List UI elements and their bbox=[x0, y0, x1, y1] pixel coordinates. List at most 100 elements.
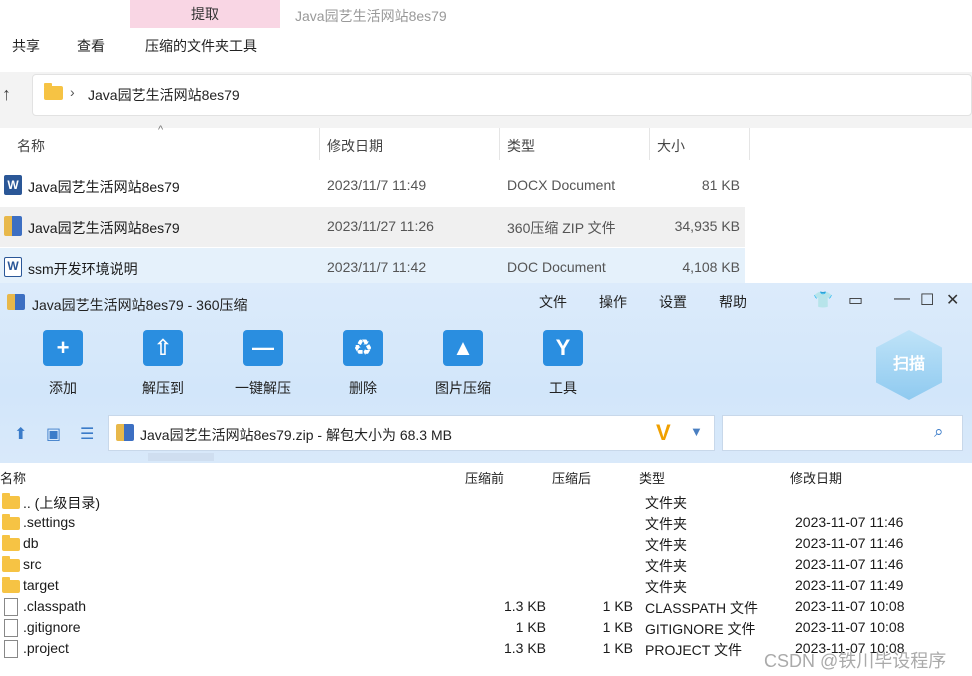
folder-icon bbox=[2, 535, 20, 551]
menu-operation[interactable]: 操作 bbox=[599, 292, 627, 312]
file-row[interactable]: W ssm开发环境说明 2023/11/7 11:42 DOC Document… bbox=[0, 248, 745, 288]
dropdown-arrow-icon[interactable]: ▼ bbox=[690, 424, 703, 439]
table-row[interactable]: .. (上级目录) 文件夹 bbox=[0, 491, 972, 512]
horizontal-scrollbar[interactable] bbox=[148, 453, 214, 461]
tool-label: 工具 bbox=[549, 380, 577, 396]
search-input[interactable] bbox=[722, 415, 963, 451]
entry-after: 1 KB bbox=[602, 640, 633, 656]
column-divider[interactable] bbox=[499, 128, 500, 160]
file-date: 2023/11/7 11:49 bbox=[327, 177, 427, 193]
entry-type: CLASSPATH 文件 bbox=[645, 600, 759, 616]
maximize-button[interactable]: ☐ bbox=[920, 290, 934, 310]
file-type: DOCX Document bbox=[507, 177, 616, 193]
folder-icon bbox=[44, 83, 63, 100]
table-row[interactable]: .settings 文件夹 2023-11-07 11:46 bbox=[0, 512, 972, 533]
zcolumn-type[interactable]: 类型 bbox=[639, 468, 665, 487]
file-row[interactable]: Java园艺生活网站8es79 2023/11/27 11:26 360压缩 Z… bbox=[0, 207, 745, 247]
table-row[interactable]: target 文件夹 2023-11-07 11:49 bbox=[0, 575, 972, 596]
file-icon bbox=[4, 619, 18, 637]
chevron-right-icon[interactable]: › bbox=[70, 84, 75, 100]
column-divider[interactable] bbox=[649, 128, 650, 160]
table-row[interactable]: db 文件夹 2023-11-07 11:46 bbox=[0, 533, 972, 554]
folder-icon bbox=[2, 577, 20, 593]
table-row[interactable]: src 文件夹 2023-11-07 11:46 bbox=[0, 554, 972, 575]
entry-before: 1 KB bbox=[515, 619, 546, 635]
entry-date: 2023-11-07 11:46 bbox=[795, 556, 904, 572]
image-compress-icon: ▲ bbox=[443, 330, 483, 366]
image-compress-button[interactable]: ▲ 图片压缩 bbox=[413, 330, 513, 398]
file-row[interactable]: W Java园艺生活网站8es79 2023/11/7 11:49 DOCX D… bbox=[0, 166, 745, 206]
zcolumn-after[interactable]: 压缩后 bbox=[552, 468, 591, 487]
file-date: 2023/11/27 11:26 bbox=[327, 218, 434, 234]
entry-date: 2023-11-07 11:46 bbox=[795, 514, 904, 530]
menu-help[interactable]: 帮助 bbox=[719, 292, 747, 312]
menu-settings[interactable]: 设置 bbox=[659, 292, 687, 312]
column-type[interactable]: 类型 bbox=[507, 136, 535, 156]
column-divider[interactable] bbox=[749, 128, 750, 160]
minimize-button[interactable]: — bbox=[894, 290, 910, 308]
folder-icon bbox=[2, 493, 20, 509]
column-name[interactable]: 名称 bbox=[17, 136, 45, 156]
extract-folder-icon: ⇧ bbox=[143, 330, 183, 366]
entry-name: target bbox=[23, 577, 59, 593]
ribbon-view[interactable]: 查看 bbox=[77, 36, 105, 56]
file-name: Java园艺生活网站8es79 bbox=[28, 220, 180, 236]
entry-after: 1 KB bbox=[602, 619, 633, 635]
tab-extract[interactable]: 提取 bbox=[130, 0, 280, 28]
skin-icon[interactable]: 👕 bbox=[813, 290, 833, 310]
thumbnail-view-icon[interactable]: ▣ bbox=[46, 424, 61, 444]
one-click-extract-icon: — bbox=[243, 330, 283, 366]
zip360-window-title: Java园艺生活网站8es79 - 360压缩 bbox=[32, 297, 248, 313]
close-button[interactable]: ✕ bbox=[946, 290, 959, 310]
zcolumn-date[interactable]: 修改日期 bbox=[790, 468, 842, 487]
v-logo-icon[interactable]: V bbox=[656, 420, 671, 446]
entry-name: .classpath bbox=[23, 598, 87, 614]
file-date: 2023/11/7 11:42 bbox=[327, 259, 427, 275]
zcolumn-before[interactable]: 压缩前 bbox=[465, 468, 504, 487]
file-size: 4,108 KB bbox=[682, 259, 740, 275]
tool-label: 删除 bbox=[349, 380, 377, 396]
entry-name: .. (上级目录) bbox=[23, 495, 100, 511]
column-divider[interactable] bbox=[319, 128, 320, 160]
one-click-extract-button[interactable]: — 一键解压 bbox=[213, 330, 313, 398]
column-date[interactable]: 修改日期 bbox=[327, 136, 383, 156]
folder-icon bbox=[2, 514, 20, 530]
tool-label: 解压到 bbox=[142, 380, 184, 396]
archive-path-text: Java园艺生活网站8es79.zip - 解包大小为 68.3 MB bbox=[140, 427, 452, 443]
table-row[interactable]: .gitignore 1 KB 1 KB GITIGNORE 文件 2023-1… bbox=[0, 617, 972, 638]
add-button[interactable]: + 添加 bbox=[13, 330, 113, 398]
file-name: ssm开发环境说明 bbox=[28, 261, 138, 277]
extract-to-button[interactable]: ⇧ 解压到 bbox=[113, 330, 213, 398]
search-icon[interactable]: ⌕ bbox=[934, 422, 944, 442]
up-level-icon[interactable]: ⬆ bbox=[14, 424, 27, 444]
file-name: Java园艺生活网站8es79 bbox=[28, 179, 180, 195]
list-view-icon[interactable]: ☰ bbox=[80, 424, 94, 444]
zcolumn-name[interactable]: 名称 bbox=[0, 468, 26, 487]
up-arrow-icon[interactable]: ↑ bbox=[2, 84, 11, 105]
entry-type: PROJECT 文件 bbox=[645, 642, 742, 658]
entry-after: 1 KB bbox=[602, 598, 633, 614]
menu-file[interactable]: 文件 bbox=[539, 292, 567, 312]
entry-type: 文件夹 bbox=[645, 579, 687, 595]
ribbon-compressed-folder-tools[interactable]: 压缩的文件夹工具 bbox=[145, 36, 257, 56]
entry-before: 1.3 KB bbox=[503, 640, 546, 656]
entry-name: db bbox=[23, 535, 39, 551]
entry-type: 文件夹 bbox=[645, 537, 687, 553]
feedback-icon[interactable]: ▭ bbox=[848, 290, 863, 310]
tool-label: 一键解压 bbox=[235, 380, 291, 396]
column-size[interactable]: 大小 bbox=[657, 136, 685, 156]
tool-label: 图片压缩 bbox=[435, 380, 491, 396]
entry-name: .gitignore bbox=[23, 619, 81, 635]
table-row[interactable]: .classpath 1.3 KB 1 KB CLASSPATH 文件 2023… bbox=[0, 596, 972, 617]
file-size: 81 KB bbox=[701, 177, 740, 193]
entry-type: GITIGNORE 文件 bbox=[645, 621, 756, 637]
address-path[interactable]: Java园艺生活网站8es79 bbox=[88, 85, 240, 105]
zip-archive-icon bbox=[4, 216, 22, 236]
ribbon-share[interactable]: 共享 bbox=[12, 36, 40, 56]
tools-button[interactable]: Y 工具 bbox=[513, 330, 613, 398]
folder-icon bbox=[2, 556, 20, 572]
entry-type: 文件夹 bbox=[645, 516, 687, 532]
watermark: CSDN @铁川毕设程序 bbox=[764, 651, 947, 671]
entry-name: src bbox=[23, 556, 42, 572]
delete-button[interactable]: ♻ 删除 bbox=[313, 330, 413, 398]
